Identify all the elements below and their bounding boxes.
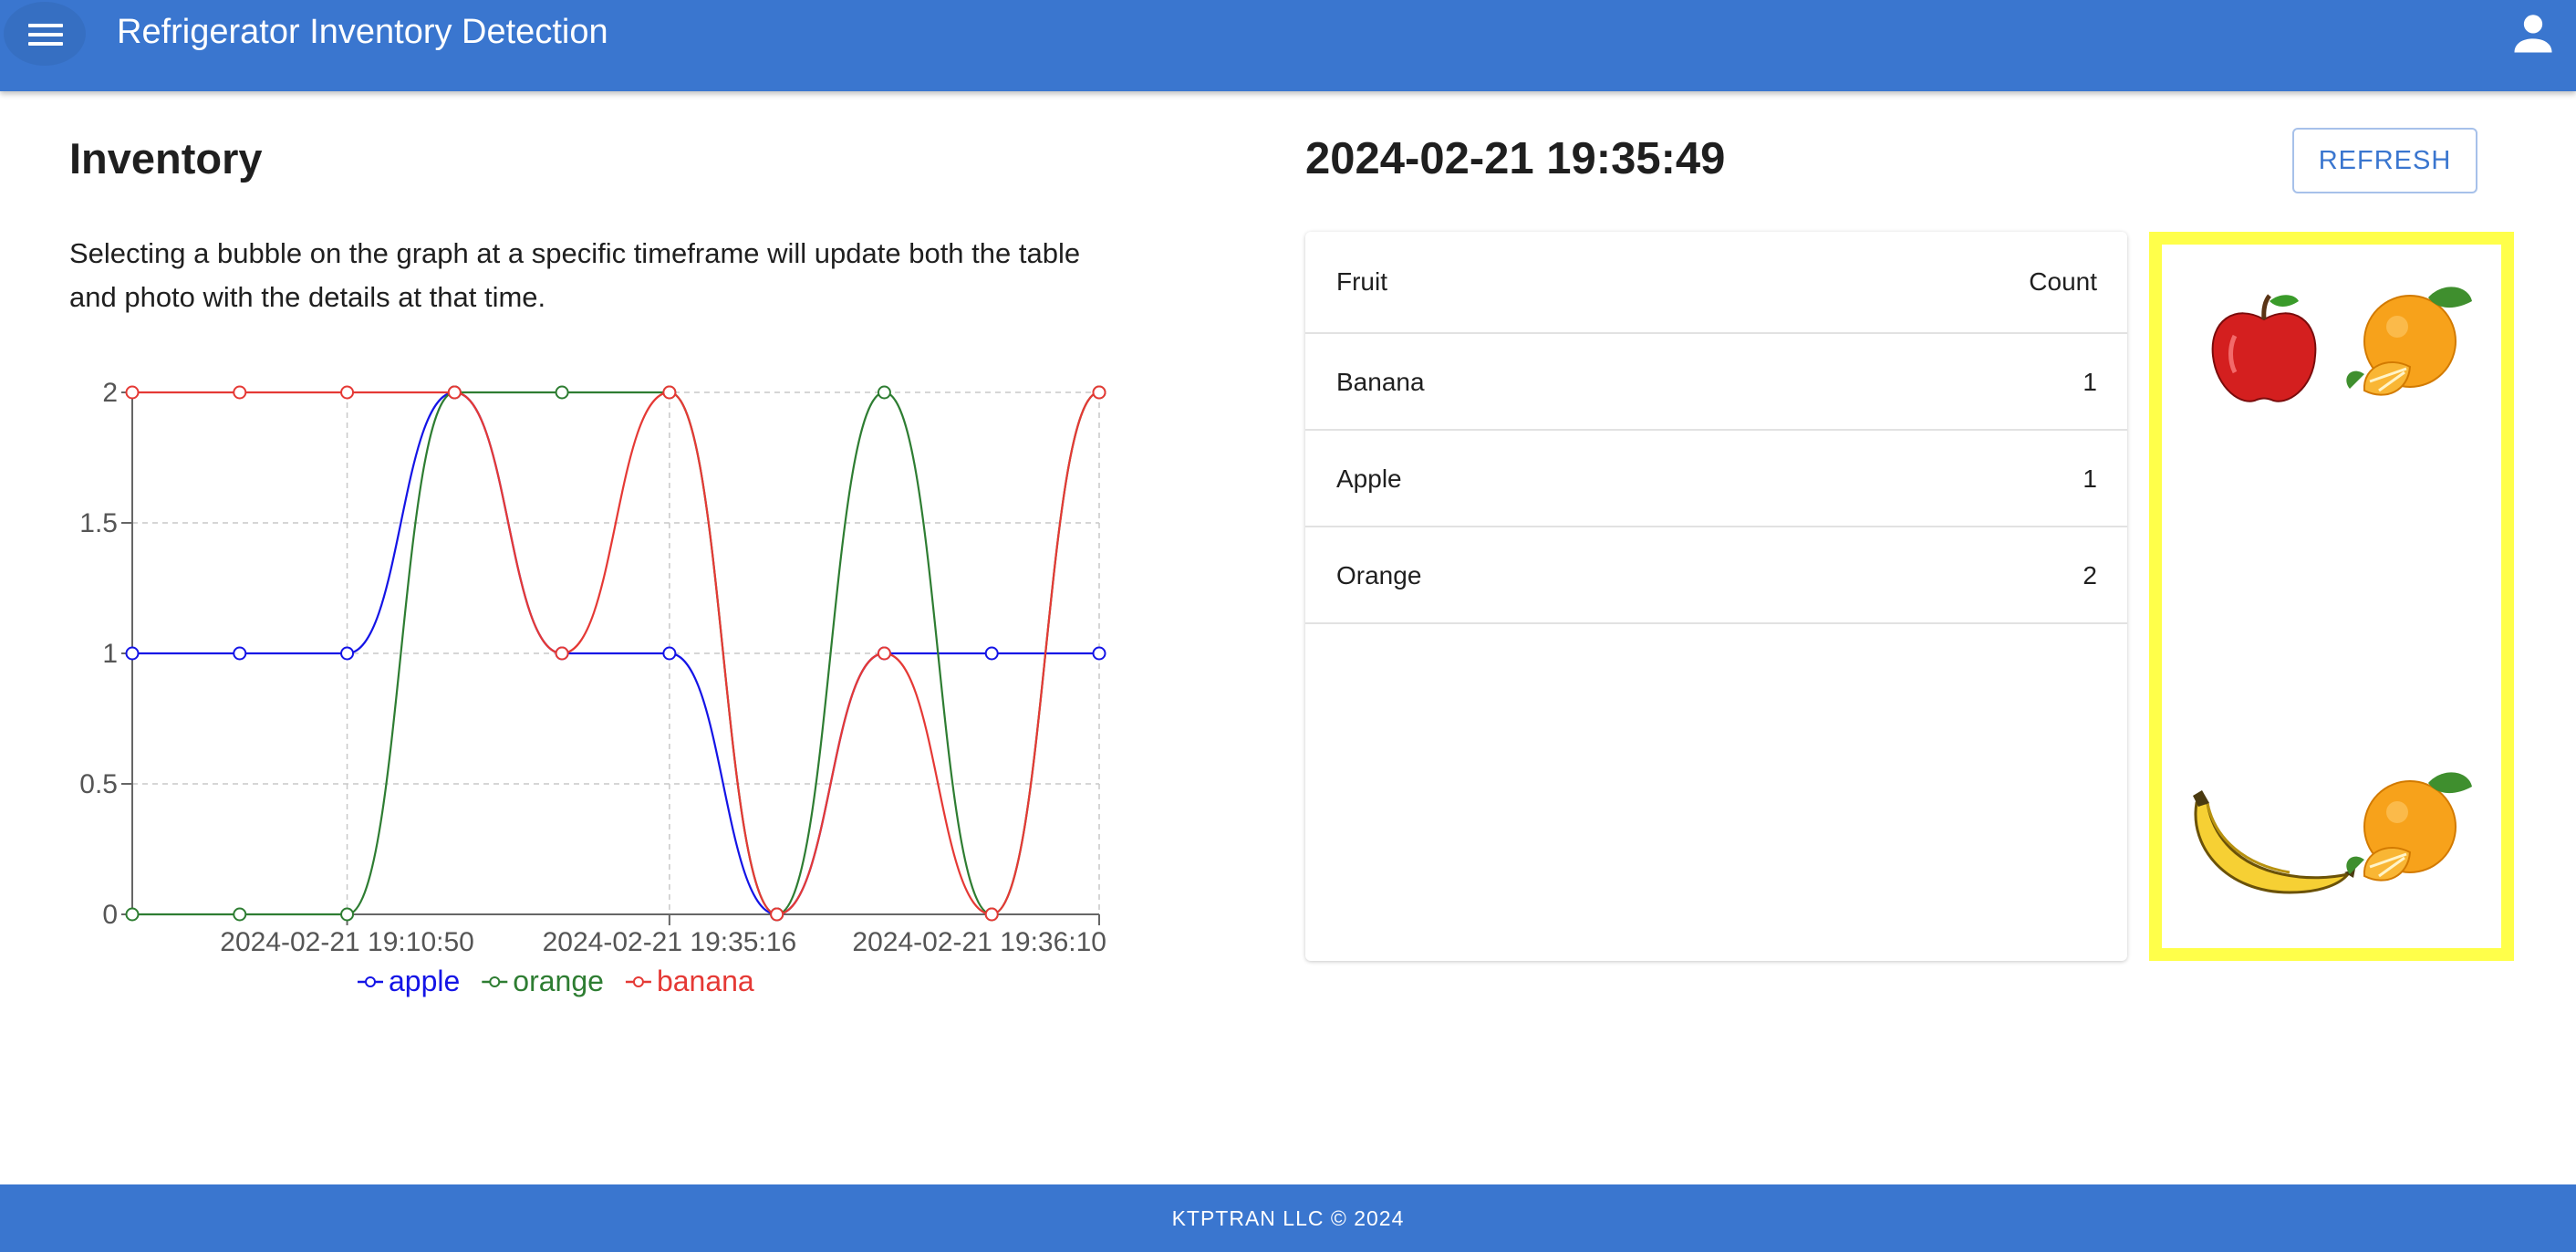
legend-label-apple: apple bbox=[389, 965, 460, 997]
data-point-apple bbox=[1092, 646, 1106, 661]
chart-series bbox=[125, 385, 1106, 922]
snapshot-timestamp: 2024-02-21 19:35:49 bbox=[1305, 134, 1726, 183]
orange-image bbox=[2346, 287, 2472, 396]
x-tick-label: 2024-02-21 19:10:50 bbox=[220, 927, 474, 957]
data-point-banana bbox=[770, 907, 784, 922]
fruit-cell: Orange bbox=[1336, 561, 1422, 589]
x-tick-label: 2024-02-21 19:35:16 bbox=[543, 927, 797, 957]
table-row: Orange 2 bbox=[1305, 527, 2127, 624]
apple-image bbox=[2211, 294, 2317, 402]
data-point-apple bbox=[984, 646, 999, 661]
menu-icon[interactable] bbox=[4, 2, 86, 66]
data-point-orange bbox=[555, 385, 569, 400]
y-tick-label: 1.5 bbox=[79, 508, 118, 538]
refresh-button[interactable]: REFRESH bbox=[2292, 128, 2477, 193]
data-point-banana bbox=[447, 385, 462, 400]
account-icon[interactable] bbox=[2507, 7, 2560, 60]
data-point-banana bbox=[555, 646, 569, 661]
data-point-orange bbox=[340, 907, 355, 922]
data-point-banana bbox=[877, 646, 891, 661]
banana-image bbox=[2193, 790, 2355, 894]
data-point-banana bbox=[340, 385, 355, 400]
legend-marker-banana bbox=[632, 976, 644, 987]
x-tick-label: 2024-02-21 19:36:10 bbox=[852, 927, 1106, 957]
data-point-orange bbox=[233, 907, 247, 922]
data-point-apple bbox=[233, 646, 247, 661]
chart-legend: apple orange banana bbox=[358, 965, 754, 997]
footer: KTPTRAN LLC © 2024 bbox=[0, 1184, 2576, 1252]
legend-label-banana: banana bbox=[657, 965, 754, 997]
footer-text: KTPTRAN LLC © 2024 bbox=[1171, 1205, 1405, 1230]
count-cell: 1 bbox=[2083, 368, 2097, 396]
app-title: Refrigerator Inventory Detection bbox=[117, 13, 608, 51]
count-cell: 1 bbox=[2083, 464, 2097, 493]
snapshot-photo bbox=[2149, 232, 2514, 961]
inventory-table: Fruit Count Banana 1 Apple 1 Orange 2 bbox=[1305, 232, 2127, 961]
data-point-orange bbox=[125, 907, 140, 922]
data-point-apple bbox=[662, 646, 677, 661]
legend-marker-orange bbox=[489, 976, 501, 987]
table-row: Banana 1 bbox=[1305, 334, 2127, 431]
table-header-row: Fruit Count bbox=[1305, 232, 2127, 334]
y-tick-label: 0.5 bbox=[79, 769, 118, 799]
column-header-count: Count bbox=[2029, 267, 2097, 296]
data-point-banana bbox=[984, 907, 999, 922]
legend-marker-apple bbox=[365, 976, 376, 987]
inventory-description: Selecting a bubble on the graph at a spe… bbox=[69, 237, 1081, 313]
data-point-orange bbox=[877, 385, 891, 400]
inventory-heading: Inventory bbox=[69, 134, 263, 183]
legend-label-orange: orange bbox=[513, 965, 604, 997]
orange-image bbox=[2346, 772, 2472, 882]
data-point-banana bbox=[233, 385, 247, 400]
count-cell: 2 bbox=[2083, 561, 2097, 589]
column-header-fruit: Fruit bbox=[1336, 267, 1387, 296]
app-bar: Refrigerator Inventory Detection bbox=[0, 0, 2576, 91]
table-row: Apple 1 bbox=[1305, 431, 2127, 527]
data-point-banana bbox=[1092, 385, 1106, 400]
fruit-cell: Apple bbox=[1336, 464, 1402, 493]
chart-axes: 0 0.5 1 1.5 2 2024-02-21 19:10:50 2024-02-21 1… bbox=[79, 378, 1106, 957]
series-line-apple bbox=[132, 391, 1099, 916]
data-point-banana bbox=[662, 385, 677, 400]
y-tick-label: 2 bbox=[102, 378, 118, 408]
data-point-banana bbox=[125, 385, 140, 400]
data-point-apple bbox=[125, 646, 140, 661]
inventory-chart: 0 0.5 1 1.5 2 2024-02-21 19:10:50 2024-02-21 1… bbox=[79, 378, 1106, 997]
fruit-cell: Banana bbox=[1336, 368, 1425, 396]
y-tick-label: 1 bbox=[102, 639, 118, 669]
y-tick-label: 0 bbox=[102, 900, 118, 930]
data-point-apple bbox=[340, 646, 355, 661]
